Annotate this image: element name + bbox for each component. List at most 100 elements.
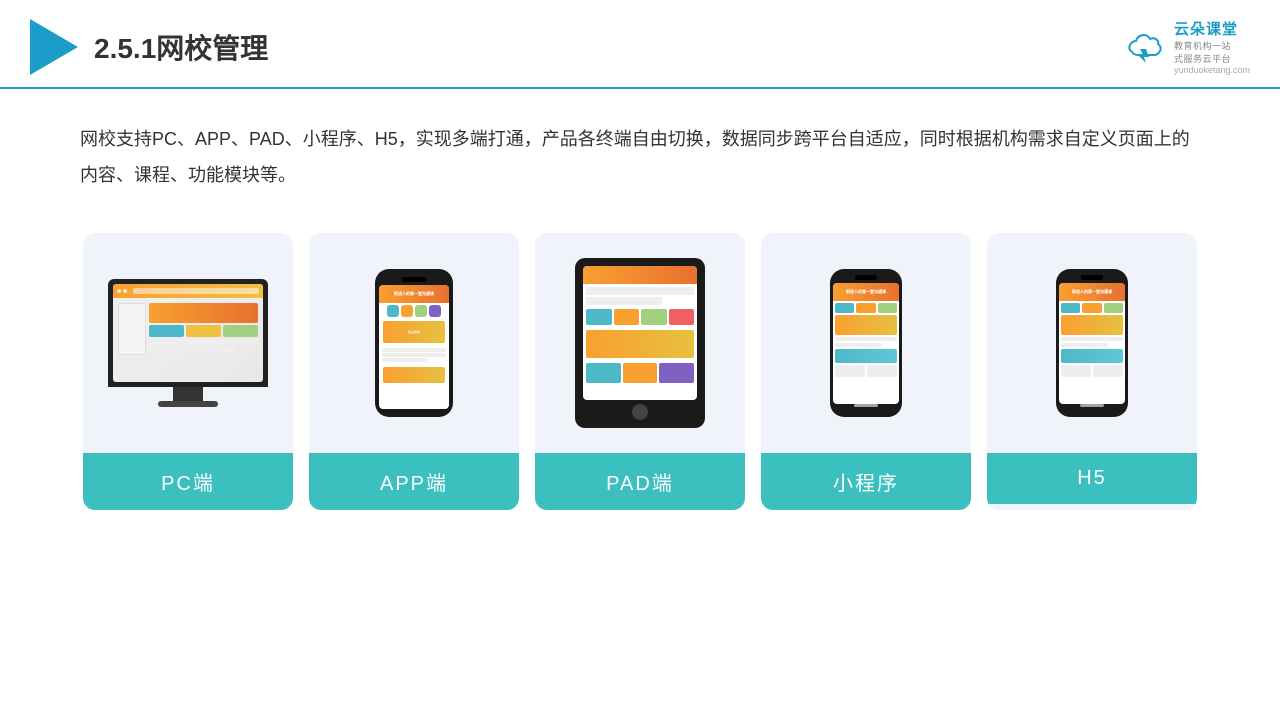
phone-banner: 精品课程: [383, 321, 445, 343]
phone-content-rows: [381, 347, 447, 363]
h5-header-text: 职进人的第一堂沟通课: [1072, 289, 1112, 295]
phone-row2: [382, 353, 446, 357]
card-pad-image: [535, 233, 745, 453]
phone-h5-home-line: [1080, 404, 1104, 407]
phone-mini-notch: [855, 275, 877, 280]
h5-card1: [1061, 349, 1123, 363]
tablet-icon4: [669, 309, 695, 325]
phone-h5-screen: 职进人的第一堂沟通课: [1059, 283, 1125, 404]
screen-card1: [149, 325, 184, 337]
monitor-frame: [108, 279, 268, 387]
screen-banner: [149, 303, 258, 323]
phone-frame-app: 职进人的第一堂沟通课 精品课程: [375, 269, 453, 417]
cloud-icon: [1116, 29, 1168, 65]
logo-text-block: 云朵课堂 教育机构一站 式服务云平台 yunduoketang.com: [1174, 18, 1250, 75]
card-app-image: 职进人的第一堂沟通课 精品课程: [309, 233, 519, 453]
page-title: 2.5.1网校管理: [94, 27, 268, 67]
phone-screen-app: 职进人的第一堂沟通课 精品课程: [379, 285, 449, 409]
h5-body: [1059, 301, 1125, 379]
phone-icon4: [429, 305, 441, 317]
phone-icons-row: [381, 305, 447, 317]
screen-cards: [149, 325, 258, 337]
phone-promo-banner: [383, 367, 445, 383]
phone-h5-frame: 职进人的第一堂沟通课: [1056, 269, 1128, 417]
mini-card1: [835, 349, 897, 363]
tablet-header: [583, 266, 697, 284]
mini-banner: [835, 315, 897, 335]
logo-main-text: 云朵课堂: [1174, 18, 1238, 39]
h5-icon1: [1061, 303, 1080, 313]
header-left: 2.5.1网校管理: [30, 19, 268, 75]
tablet-cards: [586, 363, 694, 383]
mini-screen-header: 职进人的第一堂沟通课: [833, 283, 899, 301]
card-pc-image: [83, 233, 293, 453]
phone-banner-text: 精品课程: [408, 330, 420, 334]
hsc2: [1093, 365, 1123, 377]
tc3: [659, 363, 694, 383]
tablet-icon2: [614, 309, 640, 325]
monitor-stand: [173, 387, 203, 401]
card-label-miniprogram: 小程序: [761, 453, 971, 510]
monitor-screen: [113, 284, 263, 382]
phone-row1: [382, 348, 446, 352]
mini-small-cards: [835, 365, 897, 377]
logo-sub-text: 教育机构一站: [1174, 39, 1231, 52]
cards-container: PC端 职进人的第一堂沟通课: [0, 213, 1280, 530]
phone-mini-home-line: [854, 404, 878, 407]
card-app: 职进人的第一堂沟通课 精品课程: [309, 233, 519, 510]
h5-small-cards: [1061, 365, 1123, 377]
tablet-icon1: [586, 309, 612, 325]
phone-header-text: 职进人的第一堂沟通课: [382, 291, 446, 297]
mini-icon1: [835, 303, 854, 313]
screen-main: [149, 303, 258, 355]
monitor-screen-header: [113, 284, 263, 298]
phone-icon2: [401, 305, 413, 317]
mini-body: [833, 301, 899, 379]
card-h5: 职进人的第一堂沟通课: [987, 233, 1197, 510]
card-label-app: APP端: [309, 453, 519, 510]
card-label-pad: PAD端: [535, 453, 745, 510]
header-right: 云朵课堂 教育机构一站 式服务云平台 yunduoketang.com: [1116, 18, 1250, 75]
tablet-row1: [586, 287, 694, 295]
phone-h5-notch: [1081, 275, 1103, 280]
tablet-banner: [586, 330, 694, 358]
card-pc: PC端: [83, 233, 293, 510]
tablet-frame: [575, 258, 705, 428]
msc2: [867, 365, 897, 377]
phone-screen-header: 职进人的第一堂沟通课: [379, 285, 449, 303]
screen-sidebar: [118, 303, 146, 355]
h5-screen-header: 职进人的第一堂沟通课: [1059, 283, 1125, 301]
screen-card2: [186, 325, 221, 337]
screen-dot2: [123, 289, 127, 293]
tc1: [586, 363, 621, 383]
logo-sub-text2: 式服务云平台: [1174, 52, 1231, 65]
card-label-pc: PC端: [83, 453, 293, 510]
h5-banner: [1061, 315, 1123, 335]
h5-icons-row: [1061, 303, 1123, 313]
description-text: 网校支持PC、APP、PAD、小程序、H5，实现多端打通，产品各终端自由切换，数…: [0, 89, 1280, 213]
phone-icon1: [387, 305, 399, 317]
card-miniprogram: 职进人的第一堂沟通课: [761, 233, 971, 510]
phone-mini-screen: 职进人的第一堂沟通课: [833, 283, 899, 404]
card-pad: PAD端: [535, 233, 745, 510]
tablet-icon3: [641, 309, 667, 325]
monitor-illustration: [108, 279, 268, 407]
h5-row2: [1061, 343, 1108, 347]
mini-icon3: [878, 303, 897, 313]
phone-body: 精品课程: [379, 303, 449, 387]
screen-card3: [223, 325, 258, 337]
mini-icon2: [856, 303, 875, 313]
tablet-icons: [586, 309, 694, 325]
mini-header-text: 职进人的第一堂沟通课: [846, 289, 886, 295]
screen-address-bar: [133, 288, 259, 294]
logo-triangle-icon: [30, 19, 78, 75]
h5-row1: [1061, 337, 1123, 341]
tablet-body: [583, 284, 697, 386]
tablet-screen: [583, 266, 697, 400]
mini-row1: [835, 337, 897, 341]
phone-icon3: [415, 305, 427, 317]
h5-icon3: [1104, 303, 1123, 313]
logo-url: yunduoketang.com: [1174, 65, 1250, 75]
monitor-base: [158, 401, 218, 407]
cloud-logo: 云朵课堂 教育机构一站 式服务云平台 yunduoketang.com: [1116, 18, 1250, 75]
